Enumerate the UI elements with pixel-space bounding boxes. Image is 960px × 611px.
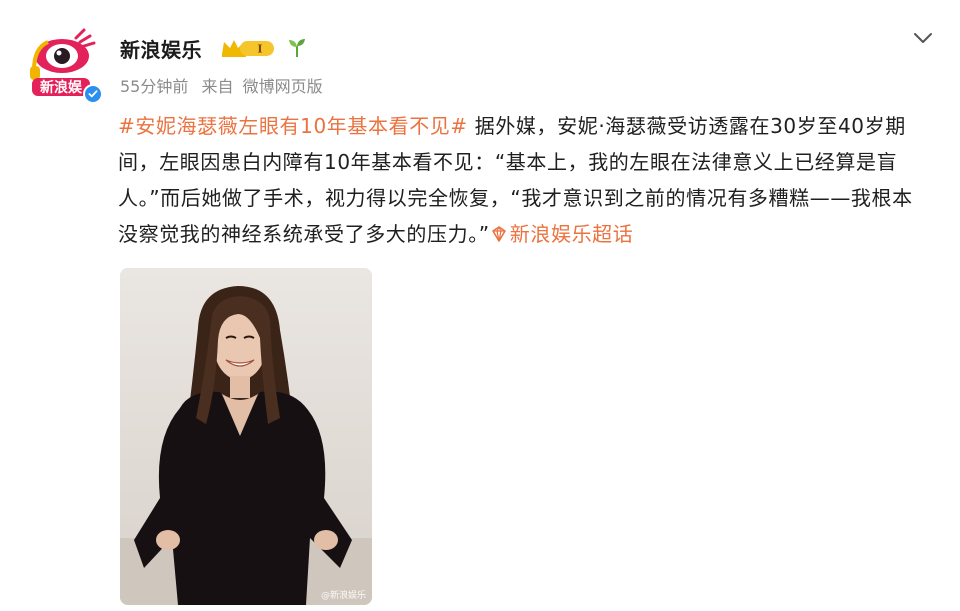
sprout-icon[interactable] [286, 36, 308, 58]
super-topic-link[interactable]: 新浪娱乐超话 [490, 222, 634, 246]
post-time[interactable]: 55分钟前 [120, 77, 188, 96]
source-prefix: 来自 [201, 77, 234, 96]
super-topic-label: 新浪娱乐超话 [509, 222, 634, 246]
portrait-photo [120, 268, 372, 605]
svg-text:新浪娱: 新浪娱 [40, 79, 83, 96]
weibo-post-card: 新浪娱 新浪娱乐 I 55分钟前 来自 微博网页版 #安妮海瑟薇左眼有10年基本… [0, 0, 960, 611]
post-body: #安妮海瑟薇左眼有10年基本看不见# 据外媒，安妮·海瑟薇受访透露在30岁至40… [118, 108, 930, 252]
badge-level: I [257, 43, 262, 56]
verified-badge-icon [83, 84, 103, 104]
super-topic-icon [491, 226, 506, 242]
post-meta: 55分钟前 来自 微博网页版 [120, 73, 331, 97]
username[interactable]: 新浪娱乐 [120, 34, 202, 63]
hashtag-link[interactable]: #安妮海瑟薇左眼有10年基本看不见# [118, 114, 468, 138]
image-watermark: @新浪娱乐 [320, 591, 366, 601]
crown-level-badge-icon[interactable]: I [220, 36, 276, 60]
chevron-down-icon[interactable] [908, 26, 938, 50]
post-image[interactable]: @新浪娱乐 [120, 268, 372, 605]
post-source[interactable]: 微博网页版 [243, 77, 323, 96]
